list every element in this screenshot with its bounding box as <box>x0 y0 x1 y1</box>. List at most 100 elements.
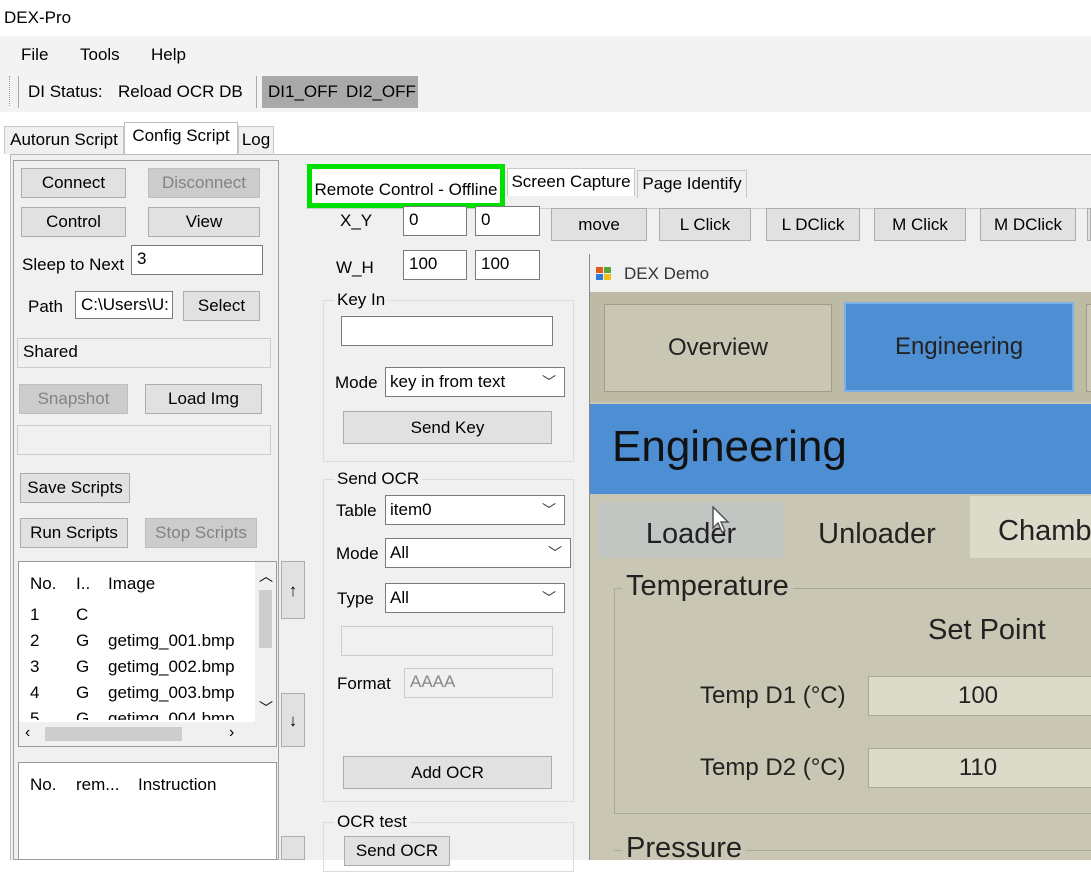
list-item[interactable]: 3 G getimg_002.bmp <box>19 654 255 680</box>
demo-subtab-loader[interactable]: Loader <box>598 502 784 558</box>
temp-d1-value[interactable]: 100 <box>868 676 1091 716</box>
row-image: getimg_003.bmp <box>108 683 235 702</box>
row-image: getimg_002.bmp <box>108 657 235 676</box>
tab-screen-capture[interactable]: Screen Capture <box>507 168 635 196</box>
connect-button[interactable]: Connect <box>21 168 126 198</box>
l-click-button[interactable]: L Click <box>659 208 751 241</box>
row-number: 4 <box>30 683 40 702</box>
move-up-button[interactable]: ↑ <box>281 561 305 619</box>
demo-tab-next[interactable] <box>1086 304 1091 392</box>
x-input[interactable]: 0 <box>403 206 467 236</box>
key-in-title: Key In <box>334 290 389 310</box>
key-text-input[interactable] <box>341 316 553 346</box>
menu-file[interactable]: File <box>21 45 48 65</box>
set-point-label: Set Point <box>928 614 1046 646</box>
y-input[interactable]: 0 <box>475 206 540 236</box>
l-dclick-button[interactable]: L DClick <box>766 208 860 241</box>
row-number: 3 <box>30 657 40 676</box>
tab-page-identify[interactable]: Page Identify <box>637 170 747 198</box>
disconnect-button[interactable]: Disconnect <box>148 168 260 198</box>
app-icon <box>596 266 612 280</box>
scroll-down-icon[interactable]: ﹀ <box>259 698 273 718</box>
send-ocr-button[interactable]: Send OCR <box>344 836 450 866</box>
row-number: 5 <box>30 709 40 720</box>
ocr-mode-value: All <box>390 543 409 562</box>
column-header[interactable]: Image <box>108 574 155 594</box>
scroll-thumb[interactable] <box>259 590 272 648</box>
column-header[interactable]: rem... <box>76 775 119 795</box>
demo-tab-overview[interactable]: Overview <box>604 304 832 392</box>
dex-demo-window[interactable]: DEX Demo Overview Engineering Engineerin… <box>589 254 1091 860</box>
more-click-button[interactable] <box>1087 208 1091 241</box>
h-input[interactable]: 100 <box>475 250 540 280</box>
row-image: getimg_004.bmp <box>108 709 235 720</box>
tab-log[interactable]: Log <box>238 126 274 154</box>
tab-remote-control[interactable]: Remote Control - Offline <box>307 164 505 208</box>
move-button[interactable]: move <box>551 208 647 241</box>
type-label: Type <box>337 589 374 608</box>
m-click-button[interactable]: M Click <box>874 208 966 241</box>
load-img-button[interactable]: Load Img <box>145 384 262 414</box>
temp-d2-value[interactable]: 110 <box>868 748 1091 788</box>
menu-help[interactable]: Help <box>151 45 186 65</box>
type-value: All <box>390 588 409 607</box>
demo-tab-engineering[interactable]: Engineering <box>844 302 1074 392</box>
move-down-button[interactable]: ↓ <box>281 693 305 747</box>
keyin-mode-select[interactable]: key in from text ﹀ <box>385 367 565 397</box>
m-dclick-button[interactable]: M DClick <box>980 208 1076 241</box>
demo-subtab-unloader[interactable]: Unloader <box>784 502 970 558</box>
row-type: G <box>76 683 90 702</box>
column-header[interactable]: No. <box>30 775 56 795</box>
tab-config-script[interactable]: Config Script <box>124 122 238 154</box>
pressure-title: Pressure <box>622 832 747 860</box>
list-item[interactable]: 5 G getimg_004.bmp <box>19 706 255 720</box>
run-scripts-button[interactable]: Run Scripts <box>20 518 128 548</box>
control-button[interactable]: Control <box>21 207 126 237</box>
demo-header-title: Engineering <box>612 422 847 471</box>
instruction-list[interactable]: No. rem... Instruction <box>18 762 277 860</box>
menu-tools[interactable]: Tools <box>80 45 120 65</box>
scroll-right-icon[interactable]: › <box>229 724 234 742</box>
w-input[interactable]: 100 <box>403 250 467 280</box>
reload-ocr-button[interactable]: Reload OCR DB <box>118 82 243 102</box>
send-ocr-title: Send OCR <box>334 469 423 489</box>
list-item[interactable]: 1 C <box>19 602 255 628</box>
di2-status: DI2_OFF <box>346 82 416 101</box>
path-input[interactable]: C:\Users\U: <box>75 291 173 319</box>
horizontal-scrollbar[interactable]: ‹ › <box>19 722 276 746</box>
stop-scripts-button[interactable]: Stop Scripts <box>145 518 257 548</box>
toolbar: DI Status: Reload OCR DB DI1_OFF DI2_OFF <box>0 72 1091 112</box>
view-button[interactable]: View <box>148 207 260 237</box>
column-header[interactable]: I.. <box>76 574 90 594</box>
column-header[interactable]: Instruction <box>138 775 216 795</box>
toolbar-separator <box>256 76 257 108</box>
save-scripts-button[interactable]: Save Scripts <box>20 473 130 503</box>
sleep-input[interactable]: 3 <box>131 245 263 275</box>
scroll-button[interactable] <box>281 836 305 860</box>
list-item[interactable]: 2 G getimg_001.bmp <box>19 628 255 654</box>
scroll-left-icon[interactable]: ‹ <box>25 724 30 742</box>
toolbar-grip <box>9 76 12 106</box>
title-bar: DEX-Pro <box>0 0 1091 36</box>
menu-bar: File Tools Help <box>0 36 1091 72</box>
path-label: Path <box>28 297 63 316</box>
list-item[interactable]: 4 G getimg_003.bmp <box>19 680 255 706</box>
status-field <box>17 425 271 455</box>
tab-autorun-script[interactable]: Autorun Script <box>4 126 124 154</box>
image-list[interactable]: No. I.. Image 1 C 2 G getimg_001.bmp 3 G… <box>18 561 277 747</box>
add-ocr-button[interactable]: Add OCR <box>343 756 552 789</box>
demo-subtab-chamber[interactable]: Chamb <box>970 496 1091 558</box>
select-button[interactable]: Select <box>183 291 260 321</box>
di-status-label: DI Status: <box>28 82 103 101</box>
ocr-mode-select[interactable]: All ﹀ <box>385 538 571 568</box>
scroll-up-icon[interactable]: ︿ <box>259 566 273 586</box>
send-key-button[interactable]: Send Key <box>343 411 552 444</box>
snapshot-button[interactable]: Snapshot <box>19 384 128 414</box>
column-header[interactable]: No. <box>30 574 56 594</box>
table-select[interactable]: item0 ﹀ <box>385 495 565 525</box>
type-select[interactable]: All ﹀ <box>385 583 565 613</box>
scroll-thumb[interactable] <box>45 727 182 741</box>
format-input[interactable]: AAAA <box>404 668 553 698</box>
temp-d1-label: Temp D1 (°C) <box>700 682 846 709</box>
vertical-scrollbar[interactable]: ︿ ﹀ <box>255 562 276 722</box>
